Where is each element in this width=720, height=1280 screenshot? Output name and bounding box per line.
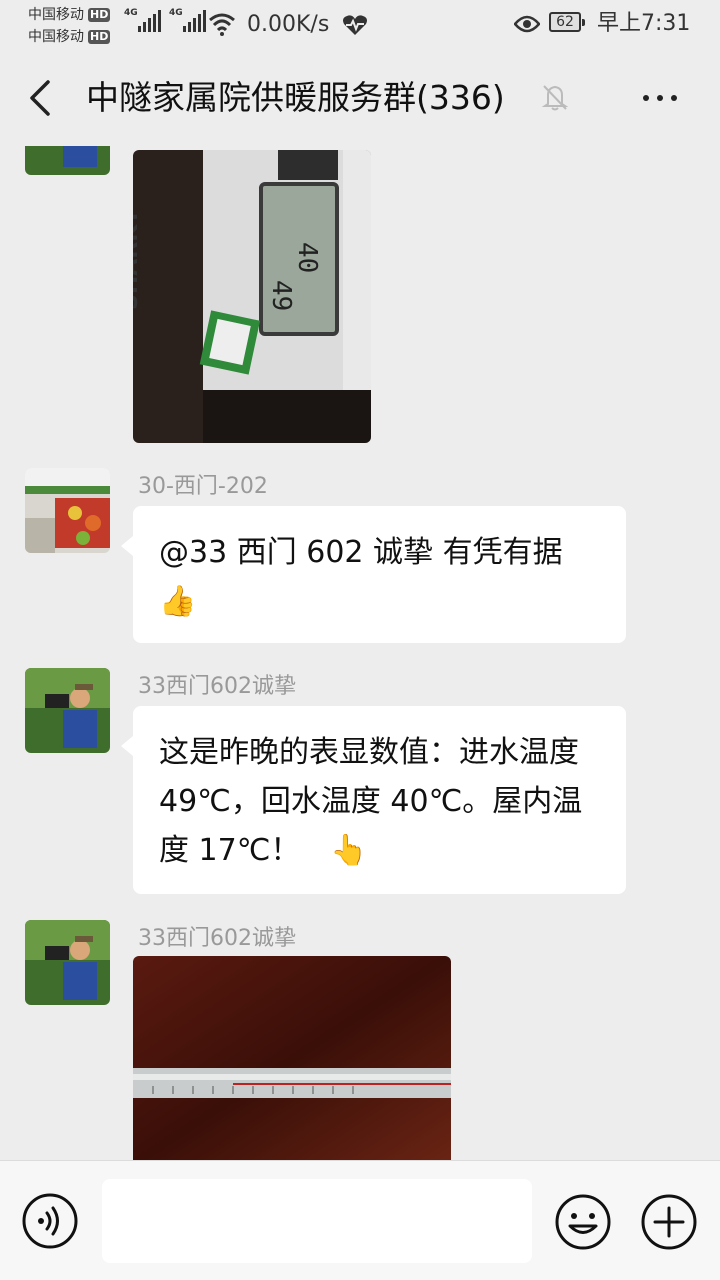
message-input[interactable] [102, 1179, 532, 1263]
mute-bell-icon [541, 85, 569, 111]
pointing-up-emoji: 👆 [329, 833, 368, 868]
message-image-thermometer[interactable] [133, 956, 451, 1160]
status-time: 早上7:31 [597, 11, 691, 36]
chat-title: 中隧家属院供暖服务群(336) [86, 78, 505, 117]
avatar[interactable] [25, 920, 110, 1005]
battery-indicator: 62 [549, 12, 585, 32]
dot-icon [671, 95, 677, 101]
status-bar: 中国移动 HD 中国移动 HD 4G 4G 0.00K/s 62 早上7:31 [0, 0, 720, 50]
back-arrow-icon[interactable] [20, 76, 64, 120]
avatar[interactable] [25, 468, 110, 553]
meter-brand-label: SHARKY [133, 208, 143, 310]
add-attachment-icon[interactable] [640, 1193, 698, 1251]
message-bubble[interactable]: @33 西门 602 诚挚 有凭有据 👍 [121, 506, 626, 643]
meter-reading-bottom: 49 [266, 280, 296, 311]
eye-comfort-icon [514, 15, 540, 33]
chat-screen: 中国移动 HD 中国移动 HD 4G 4G 0.00K/s 62 早上7:31 … [0, 0, 720, 1280]
chat-header: 中隧家属院供暖服务群(336) [0, 50, 720, 146]
message-image-heat-meter[interactable]: 40 49 SHARKY [133, 150, 371, 443]
avatar[interactable] [25, 668, 110, 753]
meter-reading-top: 40 [292, 242, 322, 273]
carrier-name-1: 中国移动 [28, 7, 84, 23]
carrier-name-2: 中国移动 [28, 29, 84, 45]
dot-icon [643, 95, 649, 101]
thumbs-up-emoji: 👍 [159, 584, 197, 619]
message-text: @33 西门 602 诚挚 有凭有据 [159, 535, 563, 570]
more-options-button[interactable] [630, 76, 690, 120]
message-list[interactable]: 40 49 SHARKY 30-西门-202 @33 西门 602 诚挚 有凭有… [0, 146, 720, 1160]
signal-icon-2: 4G [169, 8, 206, 32]
hd-badge-1: HD [88, 8, 111, 22]
emoji-icon[interactable] [554, 1193, 612, 1251]
wifi-icon [209, 13, 235, 36]
voice-input-icon[interactable] [22, 1193, 78, 1249]
network-speed: 0.00K/s [247, 12, 330, 37]
avatar[interactable] [25, 146, 110, 175]
message-bubble[interactable]: 这是昨晚的表显数值：进水温度 49℃，回水温度 40℃。屋内温度 17℃！ 👆 [121, 706, 626, 894]
signal-strength-icons: 4G 4G [124, 8, 206, 32]
sender-name: 30-西门-202 [138, 474, 268, 499]
carrier-info: 中国移动 HD 中国移动 HD [28, 4, 111, 48]
message-text: 这是昨晚的表显数值：进水温度 49℃，回水温度 40℃。屋内温度 17℃！ [159, 735, 583, 868]
hd-badge-2: HD [88, 30, 111, 44]
sender-name: 33西门602诚挚 [138, 926, 296, 951]
dot-icon [657, 95, 663, 101]
heart-rate-icon [343, 15, 367, 35]
input-bar [0, 1160, 720, 1280]
sender-name: 33西门602诚挚 [138, 674, 296, 699]
signal-icon-1: 4G [124, 8, 161, 32]
